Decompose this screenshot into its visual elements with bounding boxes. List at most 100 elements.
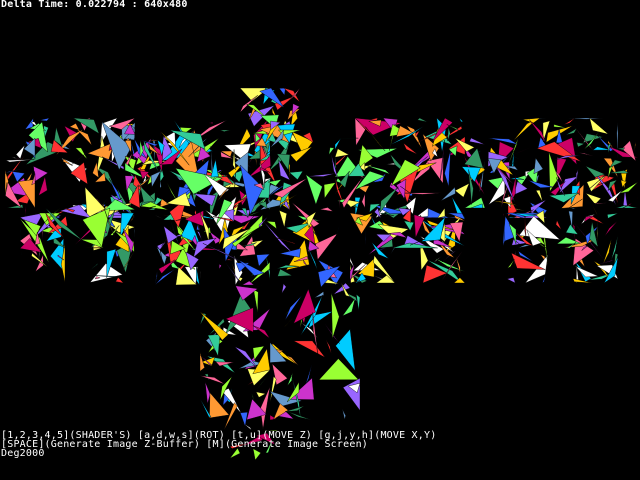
mesh-triangle (513, 155, 521, 160)
mesh-triangle (76, 129, 92, 146)
mesh-triangle (305, 174, 323, 206)
mesh-triangle (325, 339, 332, 355)
mesh-triangle (597, 220, 599, 244)
mesh-triangle (31, 173, 36, 186)
mesh-triangle (288, 170, 304, 180)
mesh-triangle (621, 140, 637, 162)
mesh-triangle (33, 165, 49, 182)
mesh-triangle (502, 212, 504, 217)
mesh-triangle (253, 289, 259, 313)
mesh-triangle (459, 117, 464, 122)
robot-model-left (4, 117, 156, 284)
mesh-triangle (565, 127, 578, 136)
mesh-triangle (284, 405, 305, 412)
mesh-triangle (455, 255, 461, 274)
mesh-triangle (199, 398, 212, 418)
robot-model-center-right (334, 117, 486, 284)
mesh-triangle (578, 152, 594, 157)
mesh-triangle (225, 259, 234, 261)
mesh-triangle (447, 127, 451, 142)
robot-left-leg (349, 212, 396, 284)
mesh-triangle (356, 293, 361, 311)
mesh-triangle (594, 202, 608, 205)
mesh-triangle (199, 412, 201, 416)
mesh-triangle (585, 192, 602, 205)
mesh-triangle (154, 268, 176, 286)
mesh-triangle (156, 246, 167, 266)
mesh-triangle (231, 119, 252, 133)
mesh-triangle (361, 193, 366, 209)
mesh-triangle (279, 248, 301, 258)
mesh-triangle (417, 117, 428, 123)
mesh-triangle (286, 355, 299, 367)
mesh-triangle (269, 375, 277, 403)
mesh-triangle (563, 117, 576, 125)
mesh-triangle (413, 214, 425, 238)
mesh-triangle (249, 131, 252, 144)
delta-time-readout: Delta Time: 0.022794 : 640x480 (1, 0, 188, 10)
mesh-triangle (617, 147, 626, 151)
mesh-triangle (259, 87, 285, 108)
mesh-triangle (444, 149, 451, 187)
mesh-triangle (604, 220, 618, 237)
mesh-triangle (636, 193, 639, 199)
mesh-triangle (341, 298, 356, 317)
mesh-triangle (208, 121, 214, 124)
mesh-triangle (339, 199, 341, 209)
mesh-triangle (239, 411, 248, 428)
mesh-triangle (39, 117, 50, 122)
mesh-triangle (288, 162, 291, 180)
mesh-triangle (239, 164, 264, 216)
mesh-triangle (507, 259, 515, 269)
mesh-triangle (11, 156, 18, 159)
mesh-triangle (323, 182, 336, 199)
mesh-triangle (252, 325, 270, 339)
foreground-left-leg (199, 259, 271, 431)
mesh-triangle (331, 153, 339, 179)
robot-torso (354, 117, 466, 219)
mesh-triangle (331, 292, 340, 339)
mesh-triangle (287, 372, 293, 386)
mesh-triangle (517, 244, 531, 249)
mesh-triangle (403, 142, 418, 155)
mesh-triangle (334, 224, 341, 241)
render-viewport[interactable] (0, 0, 640, 480)
mesh-triangle (591, 203, 598, 215)
mesh-triangle (150, 170, 162, 188)
mesh-triangle (207, 334, 221, 357)
mesh-triangle (535, 189, 543, 203)
mesh-triangle (277, 268, 293, 277)
mesh-triangle (334, 148, 350, 158)
mesh-triangle (506, 277, 516, 284)
mesh-triangle (252, 448, 262, 461)
mesh-triangle (314, 291, 324, 299)
mesh-triangle (576, 142, 585, 148)
mesh-triangle (607, 213, 619, 219)
mesh-triangle (204, 381, 211, 404)
mesh-triangle (607, 165, 613, 179)
mesh-triangle (319, 207, 334, 212)
mesh-triangle (306, 173, 336, 177)
mesh-triangle (510, 252, 546, 270)
robot-model-center-left (139, 119, 291, 286)
mesh-triangle (281, 283, 287, 294)
mesh-triangle (261, 219, 295, 255)
mesh-triangle (589, 117, 609, 135)
mesh-triangle (555, 219, 562, 230)
mesh-triangle (218, 263, 222, 270)
robot-model-right (487, 117, 639, 284)
mesh-triangle (255, 391, 267, 398)
controls-help-line-2: [SPACE](Generate Image Z-Buffer) [M](Gen… (1, 439, 369, 450)
mesh-triangle (533, 157, 544, 175)
mesh-triangle (196, 265, 200, 286)
robot-torso (507, 117, 619, 219)
mesh-triangle (134, 227, 136, 238)
mesh-triangle (19, 228, 23, 260)
mesh-triangle (634, 141, 636, 152)
mesh-triangle (219, 129, 231, 132)
mesh-triangle (89, 263, 99, 271)
mesh-triangle (570, 207, 577, 210)
mesh-triangle (199, 375, 226, 385)
mesh-triangle (38, 176, 48, 196)
mesh-triangle (574, 265, 599, 278)
